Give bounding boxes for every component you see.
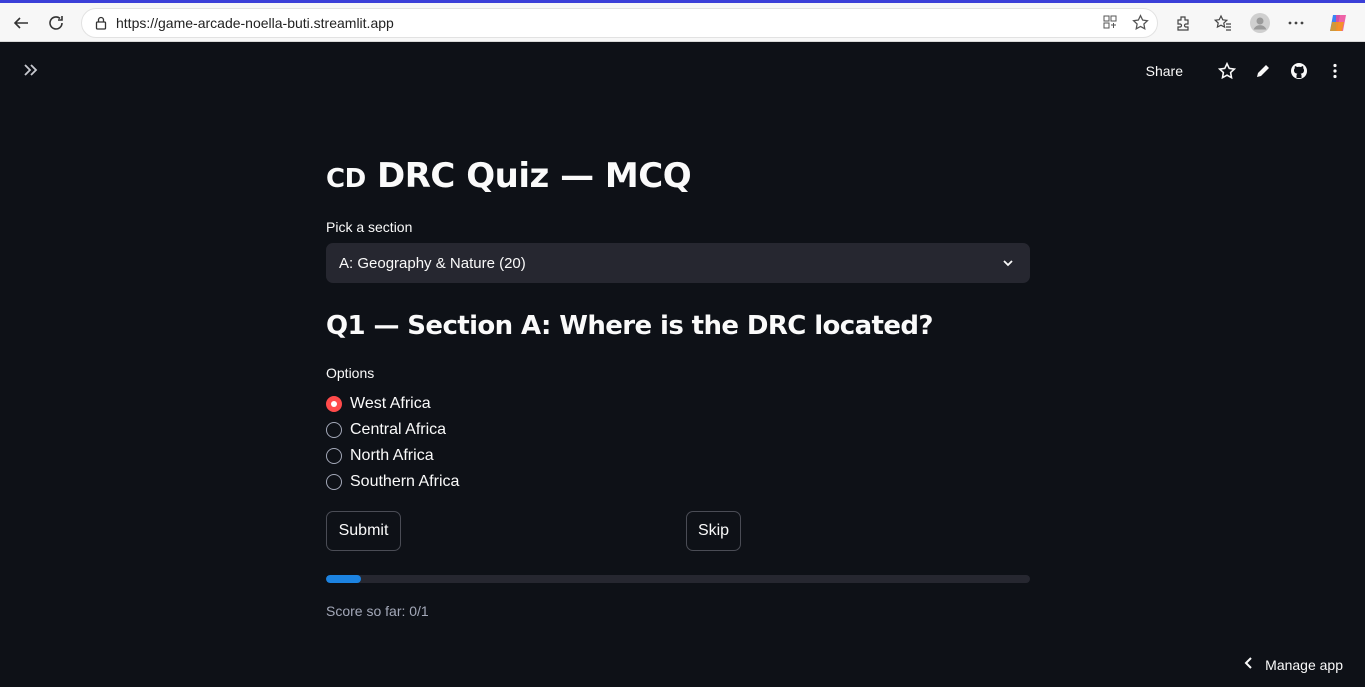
main-menu-icon[interactable]	[1325, 61, 1345, 81]
options-radio-group: West Africa Central Africa North Africa …	[326, 391, 1030, 495]
star-icon[interactable]	[1217, 61, 1237, 81]
chevron-left-icon	[1243, 656, 1253, 673]
extensions-icon[interactable]	[1172, 12, 1194, 34]
more-options-icon[interactable]	[1285, 12, 1307, 34]
app-header: Share	[0, 45, 1365, 97]
radio-icon[interactable]	[326, 474, 342, 490]
option-west-africa[interactable]: West Africa	[326, 391, 1030, 417]
section-select-value: A: Geography & Nature (20)	[339, 254, 526, 272]
action-buttons: Submit Skip	[326, 511, 1030, 551]
app-view-icon[interactable]	[1102, 14, 1118, 36]
manage-app-label: Manage app	[1265, 656, 1343, 673]
skip-button[interactable]: Skip	[686, 511, 741, 551]
radio-icon[interactable]	[326, 422, 342, 438]
options-label: Options	[326, 365, 375, 381]
section-select-label: Pick a section	[326, 219, 413, 235]
question-heading: Q1 — Section A: Where is the DRC located…	[326, 311, 934, 341]
option-southern-africa[interactable]: Southern Africa	[326, 469, 1030, 495]
manage-app-button[interactable]: Manage app	[1243, 656, 1343, 673]
option-label: Central Africa	[350, 421, 447, 438]
score-text: Score so far: 0/1	[326, 603, 429, 619]
radio-icon[interactable]	[326, 448, 342, 464]
lock-icon	[94, 16, 108, 30]
copilot-icon[interactable]	[1327, 12, 1349, 34]
profile-avatar-icon[interactable]	[1249, 12, 1271, 34]
option-north-africa[interactable]: North Africa	[326, 443, 1030, 469]
progress-bar-fill	[326, 575, 362, 583]
url-text: https://game-arcade-noella-buti.streamli…	[116, 15, 394, 31]
edit-pencil-icon[interactable]	[1253, 61, 1273, 81]
option-label: West Africa	[350, 395, 431, 412]
option-label: Southern Africa	[350, 473, 460, 490]
chevron-down-icon	[1000, 255, 1016, 271]
expand-sidebar-icon[interactable]	[22, 61, 40, 84]
radio-selected-icon[interactable]	[326, 396, 342, 412]
github-icon[interactable]	[1289, 61, 1309, 81]
back-icon[interactable]	[8, 10, 34, 36]
favorites-icon[interactable]	[1212, 12, 1234, 34]
option-label: North Africa	[350, 447, 434, 464]
browser-toolbar: https://game-arcade-noella-buti.streamli…	[0, 0, 1365, 42]
page-title-text: DRC Quiz — MCQ	[377, 156, 692, 196]
page-title: CD DRC Quiz — MCQ	[326, 150, 1030, 205]
reload-icon[interactable]	[43, 10, 69, 36]
submit-button[interactable]: Submit	[326, 511, 401, 551]
address-bar[interactable]: https://game-arcade-noella-buti.streamli…	[81, 8, 1158, 38]
section-select[interactable]: A: Geography & Nature (20)	[326, 243, 1030, 283]
favorite-star-icon[interactable]	[1132, 14, 1149, 36]
drc-flag-emoji: CD	[326, 164, 366, 194]
progress-bar	[326, 575, 1030, 583]
option-central-africa[interactable]: Central Africa	[326, 417, 1030, 443]
share-button[interactable]: Share	[1146, 63, 1183, 79]
main-content: CD DRC Quiz — MCQ Pick a section A: Geog…	[326, 150, 1030, 619]
